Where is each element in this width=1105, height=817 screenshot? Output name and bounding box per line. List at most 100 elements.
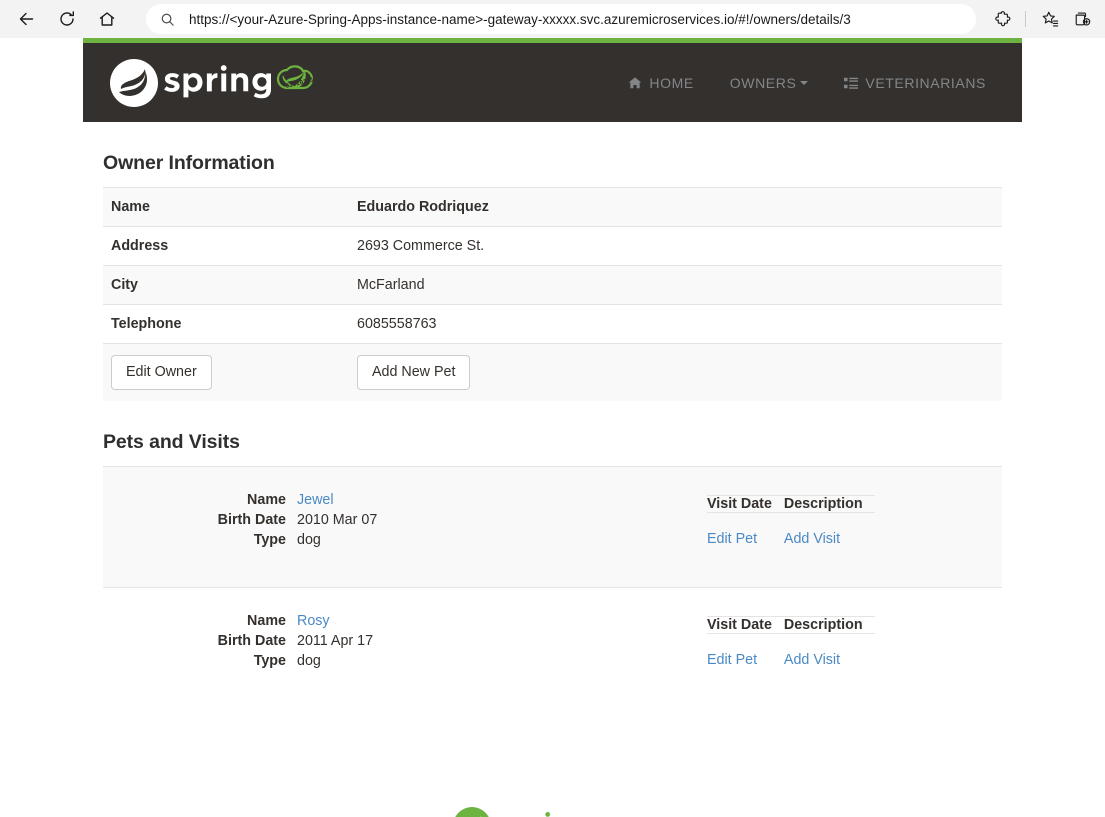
- edit-pet-cell: Edit Pet: [707, 512, 784, 548]
- edit-pet-link[interactable]: Edit Pet: [707, 531, 757, 547]
- chevron-down-icon: [800, 80, 809, 85]
- add-visit-cell: Add Visit: [783, 633, 875, 669]
- browser-actions: [986, 4, 1097, 34]
- owner-name-value: Eduardo Rodriquez: [349, 187, 1002, 227]
- nav-item-home[interactable]: HOME: [610, 75, 711, 91]
- owner-city-label: City: [103, 265, 349, 305]
- visit-description-header: Description: [783, 616, 875, 634]
- pets-and-visits-title: Pets and Visits: [103, 431, 240, 454]
- address-bar-url: https://<your-Azure-Spring-Apps-instance…: [189, 11, 851, 27]
- favorites-button[interactable]: [1035, 4, 1065, 34]
- add-visit-link[interactable]: Add Visit: [784, 652, 840, 668]
- edit-owner-button[interactable]: Edit Owner: [111, 355, 212, 391]
- nav-item-owners[interactable]: OWNERS: [712, 75, 827, 91]
- edit-pet-link[interactable]: Edit Pet: [707, 652, 757, 668]
- pet-details: Name Rosy Birth Date 2011 Apr 17 Type do…: [111, 611, 707, 671]
- visits-header-row: Visit Date Description: [707, 495, 875, 513]
- pet-birthdate-value: 2011 Apr 17: [297, 633, 374, 650]
- spring-logo-icon: 01010101: [110, 58, 315, 107]
- pet-details: Name Jewel Birth Date 2010 Mar 07 Type d…: [111, 490, 707, 550]
- pet-name-label: Name: [247, 492, 286, 509]
- page-content: Owner Information Name Eduardo Rodriquez…: [83, 152, 1022, 817]
- page-left-gutter: [0, 38, 83, 817]
- pet-cell: Name Jewel Birth Date 2010 Mar 07 Type d…: [103, 466, 1002, 588]
- owner-telephone-label: Telephone: [103, 304, 349, 344]
- owner-telephone-value: 6085558763: [349, 304, 1002, 344]
- address-bar[interactable]: https://<your-Azure-Spring-Apps-instance…: [146, 4, 976, 34]
- add-to-collection-icon: [1075, 11, 1090, 25]
- owner-information-table: Name Eduardo Rodriquez Address 2693 Comm…: [103, 187, 1002, 402]
- visits-table: Visit Date Description Edit Pet Add Visi…: [707, 495, 875, 548]
- toolbar-divider: [1025, 11, 1026, 27]
- page-footer: by Pivotal.: [103, 804, 1002, 817]
- puzzle-piece-icon: [994, 10, 1010, 26]
- table-row: Name Rosy Birth Date 2011 Apr 17 Type do…: [103, 587, 1002, 709]
- table-row-actions: Edit Owner Add New Pet: [103, 343, 1002, 402]
- table-row: City McFarland: [103, 265, 1002, 305]
- add-new-pet-cell: Add New Pet: [349, 343, 1002, 402]
- collections-button[interactable]: [1067, 4, 1097, 34]
- owner-city-value: McFarland: [349, 265, 1002, 305]
- visit-date-header: Visit Date: [707, 616, 784, 634]
- pet-name-line: Name Rosy: [111, 611, 707, 631]
- table-row: Name Jewel Birth Date 2010 Mar 07 Type d…: [103, 466, 1002, 588]
- edit-pet-cell: Edit Pet: [707, 633, 784, 669]
- table-row: Telephone 6085558763: [103, 304, 1002, 344]
- footer-spring-logo: [452, 804, 602, 817]
- home-button[interactable]: [92, 4, 122, 34]
- pet-name-value: Jewel: [297, 490, 334, 510]
- pet-type-label: Type: [253, 532, 286, 549]
- back-arrow-icon: [19, 12, 34, 26]
- pet-name-label: Name: [247, 613, 286, 630]
- table-row: Name Eduardo Rodriquez: [103, 187, 1002, 227]
- back-button[interactable]: [12, 4, 42, 34]
- visit-description-header: Description: [783, 495, 875, 513]
- pet-type-value: dog: [297, 653, 321, 670]
- pet-type-label: Type: [253, 653, 286, 670]
- pet-name-link[interactable]: Jewel: [297, 492, 334, 508]
- spring-logo-icon: [455, 807, 550, 817]
- add-visit-cell: Add Visit: [783, 512, 875, 548]
- owner-address-label: Address: [103, 226, 349, 266]
- owner-name-label: Name: [103, 187, 349, 227]
- pet-cell: Name Rosy Birth Date 2011 Apr 17 Type do…: [103, 587, 1002, 709]
- pet-birthdate-label: Birth Date: [217, 512, 286, 529]
- pet-type-value: dog: [297, 532, 321, 549]
- pet-birthdate-line: Birth Date 2011 Apr 17: [111, 631, 707, 651]
- list-icon: [844, 76, 859, 90]
- extensions-button[interactable]: [988, 4, 1018, 34]
- pet-type-line: Type dog: [111, 651, 707, 671]
- pet-birthdate-value: 2010 Mar 07: [297, 512, 378, 529]
- pet-name-line: Name Jewel: [111, 490, 707, 510]
- owner-information-title: Owner Information: [103, 152, 275, 174]
- visits-actions-row: Edit Pet Add Visit: [707, 633, 875, 669]
- add-new-pet-button[interactable]: Add New Pet: [357, 355, 471, 391]
- pet-visits: Visit Date Description Edit Pet Add Visi…: [707, 611, 994, 671]
- spring-brand-logo[interactable]: 01010101: [107, 56, 333, 110]
- visit-date-header: Visit Date: [707, 495, 784, 513]
- visits-table: Visit Date Description Edit Pet Add Visi…: [707, 616, 875, 669]
- add-visit-link[interactable]: Add Visit: [784, 531, 840, 547]
- search-icon: [160, 12, 175, 27]
- pet-visits: Visit Date Description Edit Pet Add Visi…: [707, 490, 994, 550]
- home-icon: [99, 12, 115, 26]
- pet-type-line: Type dog: [111, 530, 707, 550]
- nav-item-veterinarians[interactable]: VETERINARIANS: [826, 75, 1004, 91]
- table-row: Address 2693 Commerce St.: [103, 226, 1002, 266]
- browser-toolbar: https://<your-Azure-Spring-Apps-instance…: [0, 0, 1105, 38]
- nav-item-veterinarians-label: VETERINARIANS: [865, 74, 986, 91]
- pet-birthdate-label: Birth Date: [217, 633, 286, 650]
- pet-name-link[interactable]: Rosy: [297, 613, 330, 629]
- pet-birthdate-line: Birth Date 2010 Mar 07: [111, 510, 707, 530]
- nav-item-owners-label: OWNERS: [729, 74, 797, 91]
- visits-header-row: Visit Date Description: [707, 616, 875, 634]
- page-viewport: 01010101 HOME OWNERS VETERINARIANS Owner…: [0, 38, 1105, 817]
- reload-button[interactable]: [52, 4, 82, 34]
- pet-name-value: Rosy: [297, 611, 330, 631]
- site-navbar: 01010101 HOME OWNERS VETERINARIANS: [83, 43, 1022, 122]
- site-container: 01010101 HOME OWNERS VETERINARIANS Owner…: [83, 38, 1022, 817]
- visits-actions-row: Edit Pet Add Visit: [707, 512, 875, 548]
- favorites-star-icon: [1042, 11, 1058, 27]
- nav-item-home-label: HOME: [649, 74, 694, 91]
- reload-icon: [60, 11, 74, 26]
